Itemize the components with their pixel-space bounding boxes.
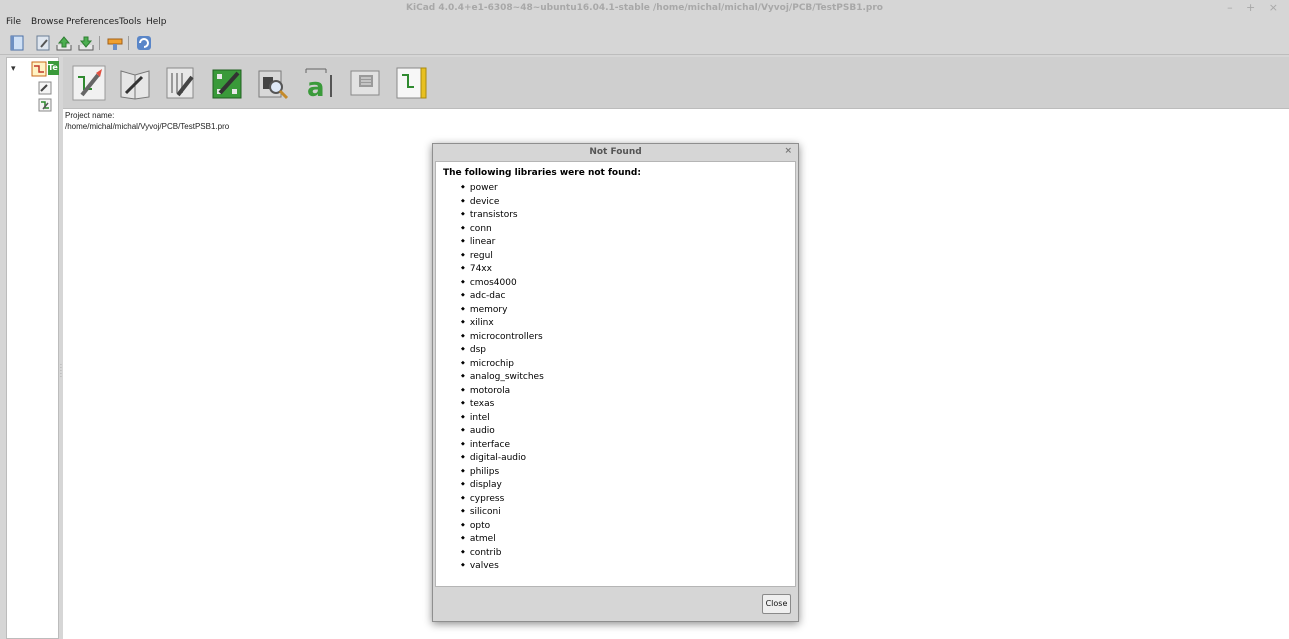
library-list-item: opto — [461, 519, 544, 533]
library-list-item: microchip — [461, 357, 544, 371]
footprint-editor-button[interactable] — [210, 65, 244, 101]
library-list-item: cypress — [461, 492, 544, 506]
library-list-item: power — [461, 181, 544, 195]
not-found-dialog: Not Found × The following libraries were… — [432, 143, 799, 622]
library-list-item: interface — [461, 438, 544, 452]
library-list-item: motorola — [461, 384, 544, 398]
main-toolbar — [0, 31, 1289, 55]
pcbnew-button[interactable] — [164, 65, 198, 101]
library-list-item: display — [461, 478, 544, 492]
menu-preferences[interactable]: Preferences — [66, 17, 119, 27]
project-name-label: Project name: — [65, 111, 115, 120]
dialog-title: Not Found — [589, 147, 642, 157]
dialog-footer: Close — [433, 589, 798, 621]
library-list-item: microcontrollers — [461, 330, 544, 344]
library-list-item: analog_switches — [461, 370, 544, 384]
library-list-item: dsp — [461, 343, 544, 357]
library-list-item: 74xx — [461, 262, 544, 276]
library-list-item: conn — [461, 222, 544, 236]
library-list-item: audio — [461, 424, 544, 438]
dialog-heading: The following libraries were not found: — [443, 168, 641, 178]
menu-file[interactable]: File — [6, 17, 21, 27]
library-list-item: siliconi — [461, 505, 544, 519]
splitter-grip[interactable]: · · · · · — [60, 363, 62, 381]
library-editor-button[interactable] — [118, 65, 152, 101]
library-list-item: device — [461, 195, 544, 209]
toolbar-separator — [99, 36, 100, 50]
window-title: KiCad 4.0.4+e1-6308~48~ubuntu16.04.1-sta… — [406, 3, 883, 13]
eeschema-button[interactable] — [72, 65, 106, 101]
project-path: /home/michal/michal/Vyvoj/PCB/TestPSB1.p… — [65, 122, 230, 131]
close-button[interactable]: Close — [762, 594, 791, 614]
library-list-item: memory — [461, 303, 544, 317]
new-project-icon[interactable] — [9, 35, 25, 51]
open-project-icon[interactable] — [35, 35, 51, 51]
project-root-label[interactable]: Te — [48, 61, 59, 75]
dialog-titlebar: Not Found × — [433, 144, 798, 160]
editor-icon[interactable] — [107, 35, 123, 51]
library-list-item: cmos4000 — [461, 276, 544, 290]
project-tree: ▾ Te — [6, 57, 59, 639]
pl-editor-button[interactable] — [394, 65, 428, 101]
menu-bar: File Browse Preferences Tools Help — [0, 14, 1289, 30]
dialog-close-icon[interactable]: × — [784, 146, 792, 156]
library-list-item: atmel — [461, 532, 544, 546]
archive-icon[interactable] — [78, 35, 94, 51]
library-list-item: transistors — [461, 208, 544, 222]
menu-tools[interactable]: Tools — [119, 17, 141, 27]
svg-text:a: a — [307, 73, 325, 101]
library-list-item: regul — [461, 249, 544, 263]
library-list-item: texas — [461, 397, 544, 411]
library-list-item: intel — [461, 411, 544, 425]
project-root-icon[interactable] — [31, 61, 47, 77]
library-list-item: digital-audio — [461, 451, 544, 465]
pcb-file-icon[interactable] — [38, 98, 52, 112]
library-list-item: linear — [461, 235, 544, 249]
menu-browse[interactable]: Browse — [31, 17, 64, 27]
save-project-icon[interactable] — [56, 35, 72, 51]
library-list-item: valves — [461, 559, 544, 573]
dialog-message-area: The following libraries were not found: … — [435, 161, 796, 587]
library-list-item: xilinx — [461, 316, 544, 330]
window-controls[interactable]: – + × — [1227, 1, 1283, 14]
gerbview-button[interactable] — [256, 65, 290, 101]
library-list-item: philips — [461, 465, 544, 479]
missing-libraries-list: powerdevicetransistorsconnlinearregul74x… — [461, 181, 544, 573]
schematic-file-icon[interactable] — [38, 81, 52, 95]
bitmap2component-button[interactable]: a — [302, 65, 336, 101]
library-list-item: contrib — [461, 546, 544, 560]
refresh-icon[interactable] — [136, 35, 152, 51]
launcher-bar: a — [63, 57, 1289, 109]
toolbar-separator — [128, 36, 129, 50]
menu-help[interactable]: Help — [146, 17, 167, 27]
tree-expander[interactable]: ▾ — [11, 64, 16, 74]
library-list-item: adc-dac — [461, 289, 544, 303]
pcb-calculator-button[interactable] — [348, 65, 382, 101]
